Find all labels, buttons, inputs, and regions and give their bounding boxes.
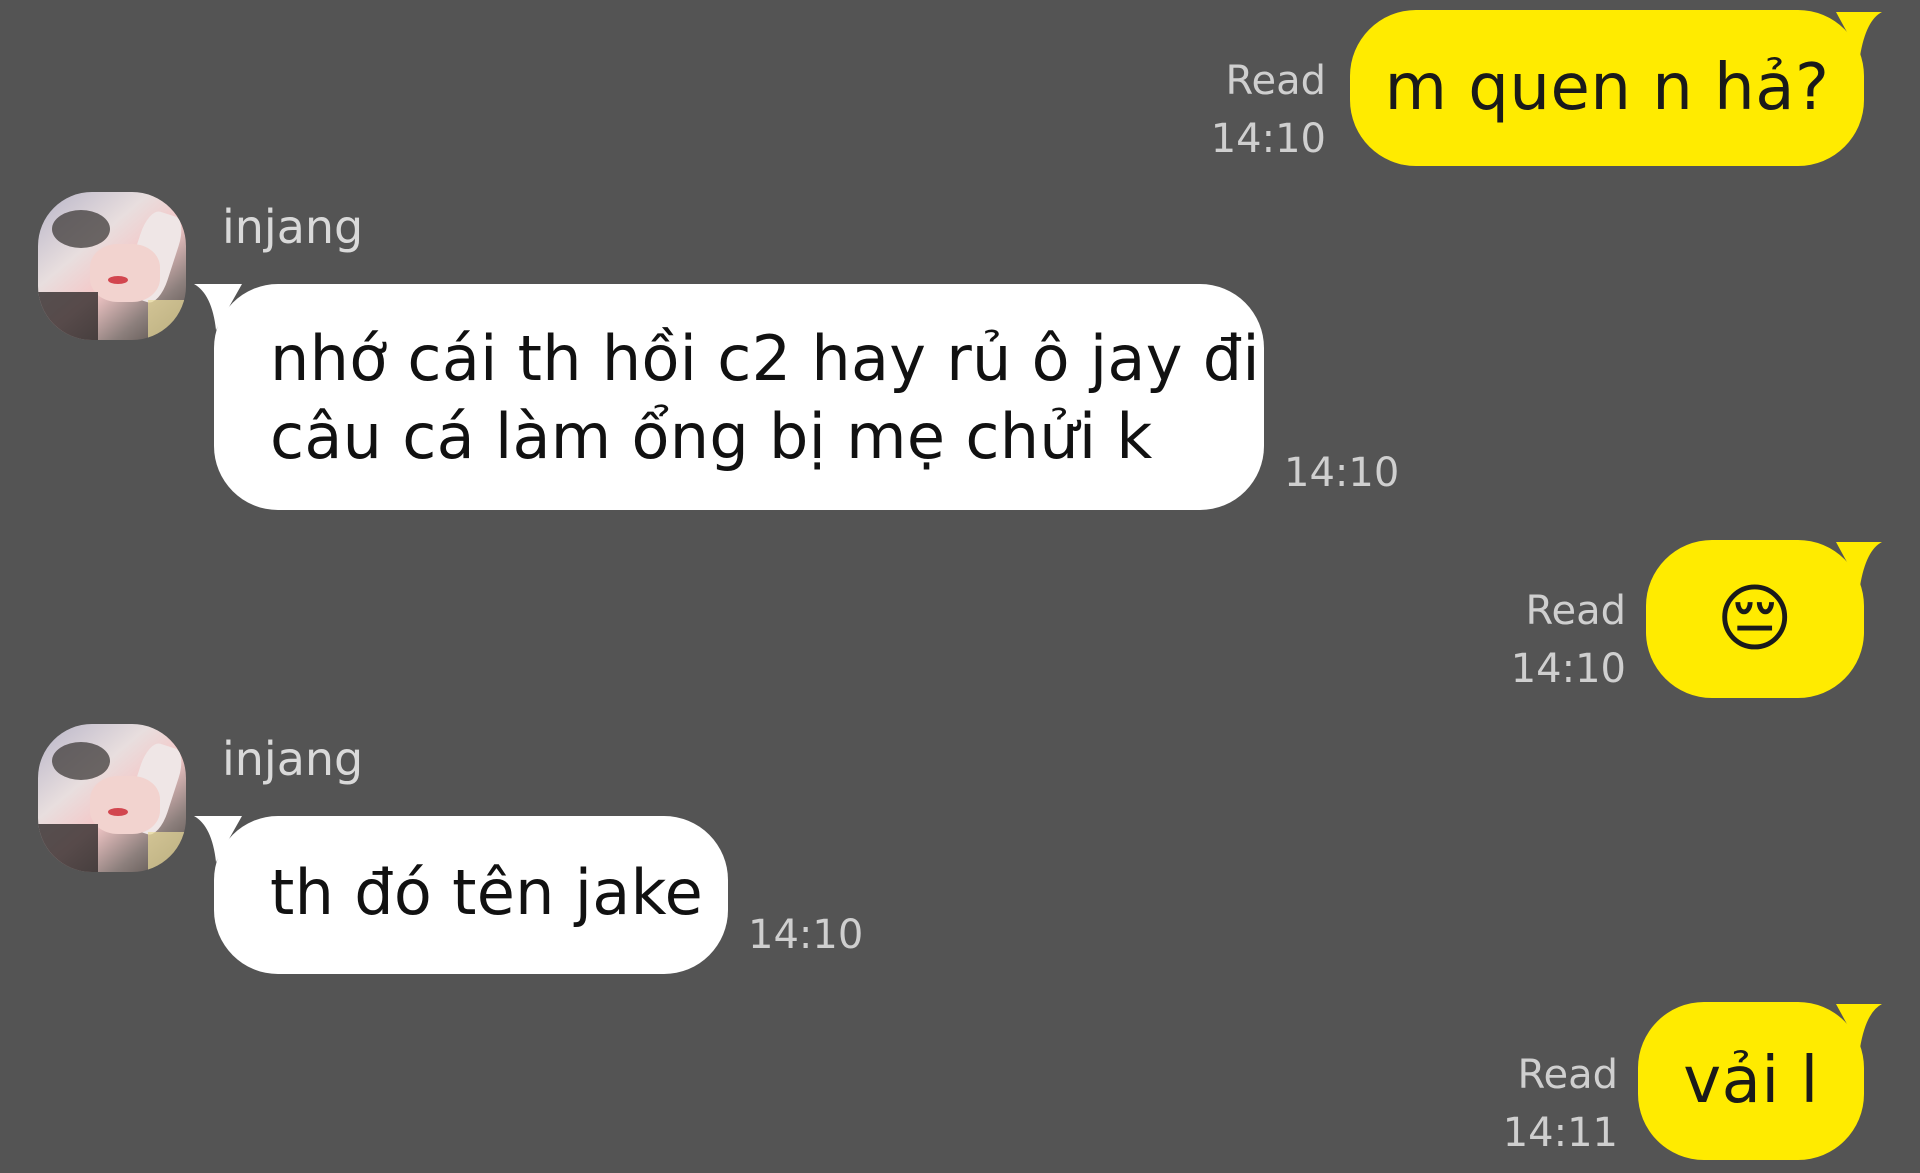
- sender-name: injang: [222, 732, 364, 786]
- message-meta: Read 14:10: [1490, 582, 1626, 698]
- message-time: 14:10: [748, 912, 864, 958]
- sender-name: injang: [222, 200, 364, 254]
- bubble-tail: [1836, 542, 1882, 586]
- message-line: nhớ cái th hồi c2 hay rủ ô jay đi: [270, 322, 1260, 395]
- received-bubble[interactable]: th đó tên jake: [214, 816, 728, 974]
- message-line: th đó tên jake: [270, 856, 704, 929]
- sent-bubble[interactable]: m quen n hả?: [1350, 10, 1864, 166]
- message-time: 14:11: [1502, 1110, 1618, 1156]
- sent-bubble[interactable]: 😔: [1646, 540, 1864, 698]
- read-status: Read: [1225, 58, 1326, 104]
- chat-message-list[interactable]: Read 14:10 m quen n hả? injang nhớ cái t…: [0, 0, 1920, 1173]
- message-time: 14:10: [1510, 646, 1626, 692]
- message-time: 14:10: [1210, 116, 1326, 162]
- sender-avatar[interactable]: [38, 192, 186, 340]
- message-text: vải l: [1683, 1044, 1819, 1118]
- message-meta: Read 14:10: [1190, 52, 1326, 168]
- read-status: Read: [1525, 588, 1626, 634]
- message-meta: Read 14:11: [1482, 1046, 1618, 1162]
- read-status: Read: [1517, 1052, 1618, 1098]
- pensive-face-icon: 😔: [1716, 576, 1794, 662]
- sent-bubble[interactable]: vải l: [1638, 1002, 1864, 1160]
- bubble-tail: [1836, 12, 1882, 56]
- received-bubble[interactable]: nhớ cái th hồi c2 hay rủ ô jay đi câu cá…: [214, 284, 1264, 510]
- message-text: m quen n hả?: [1384, 51, 1830, 125]
- sender-avatar[interactable]: [38, 724, 186, 872]
- message-time: 14:10: [1284, 450, 1400, 496]
- message-line: câu cá làm ổng bị mẹ chửi k: [270, 400, 1153, 473]
- bubble-tail: [1836, 1004, 1882, 1048]
